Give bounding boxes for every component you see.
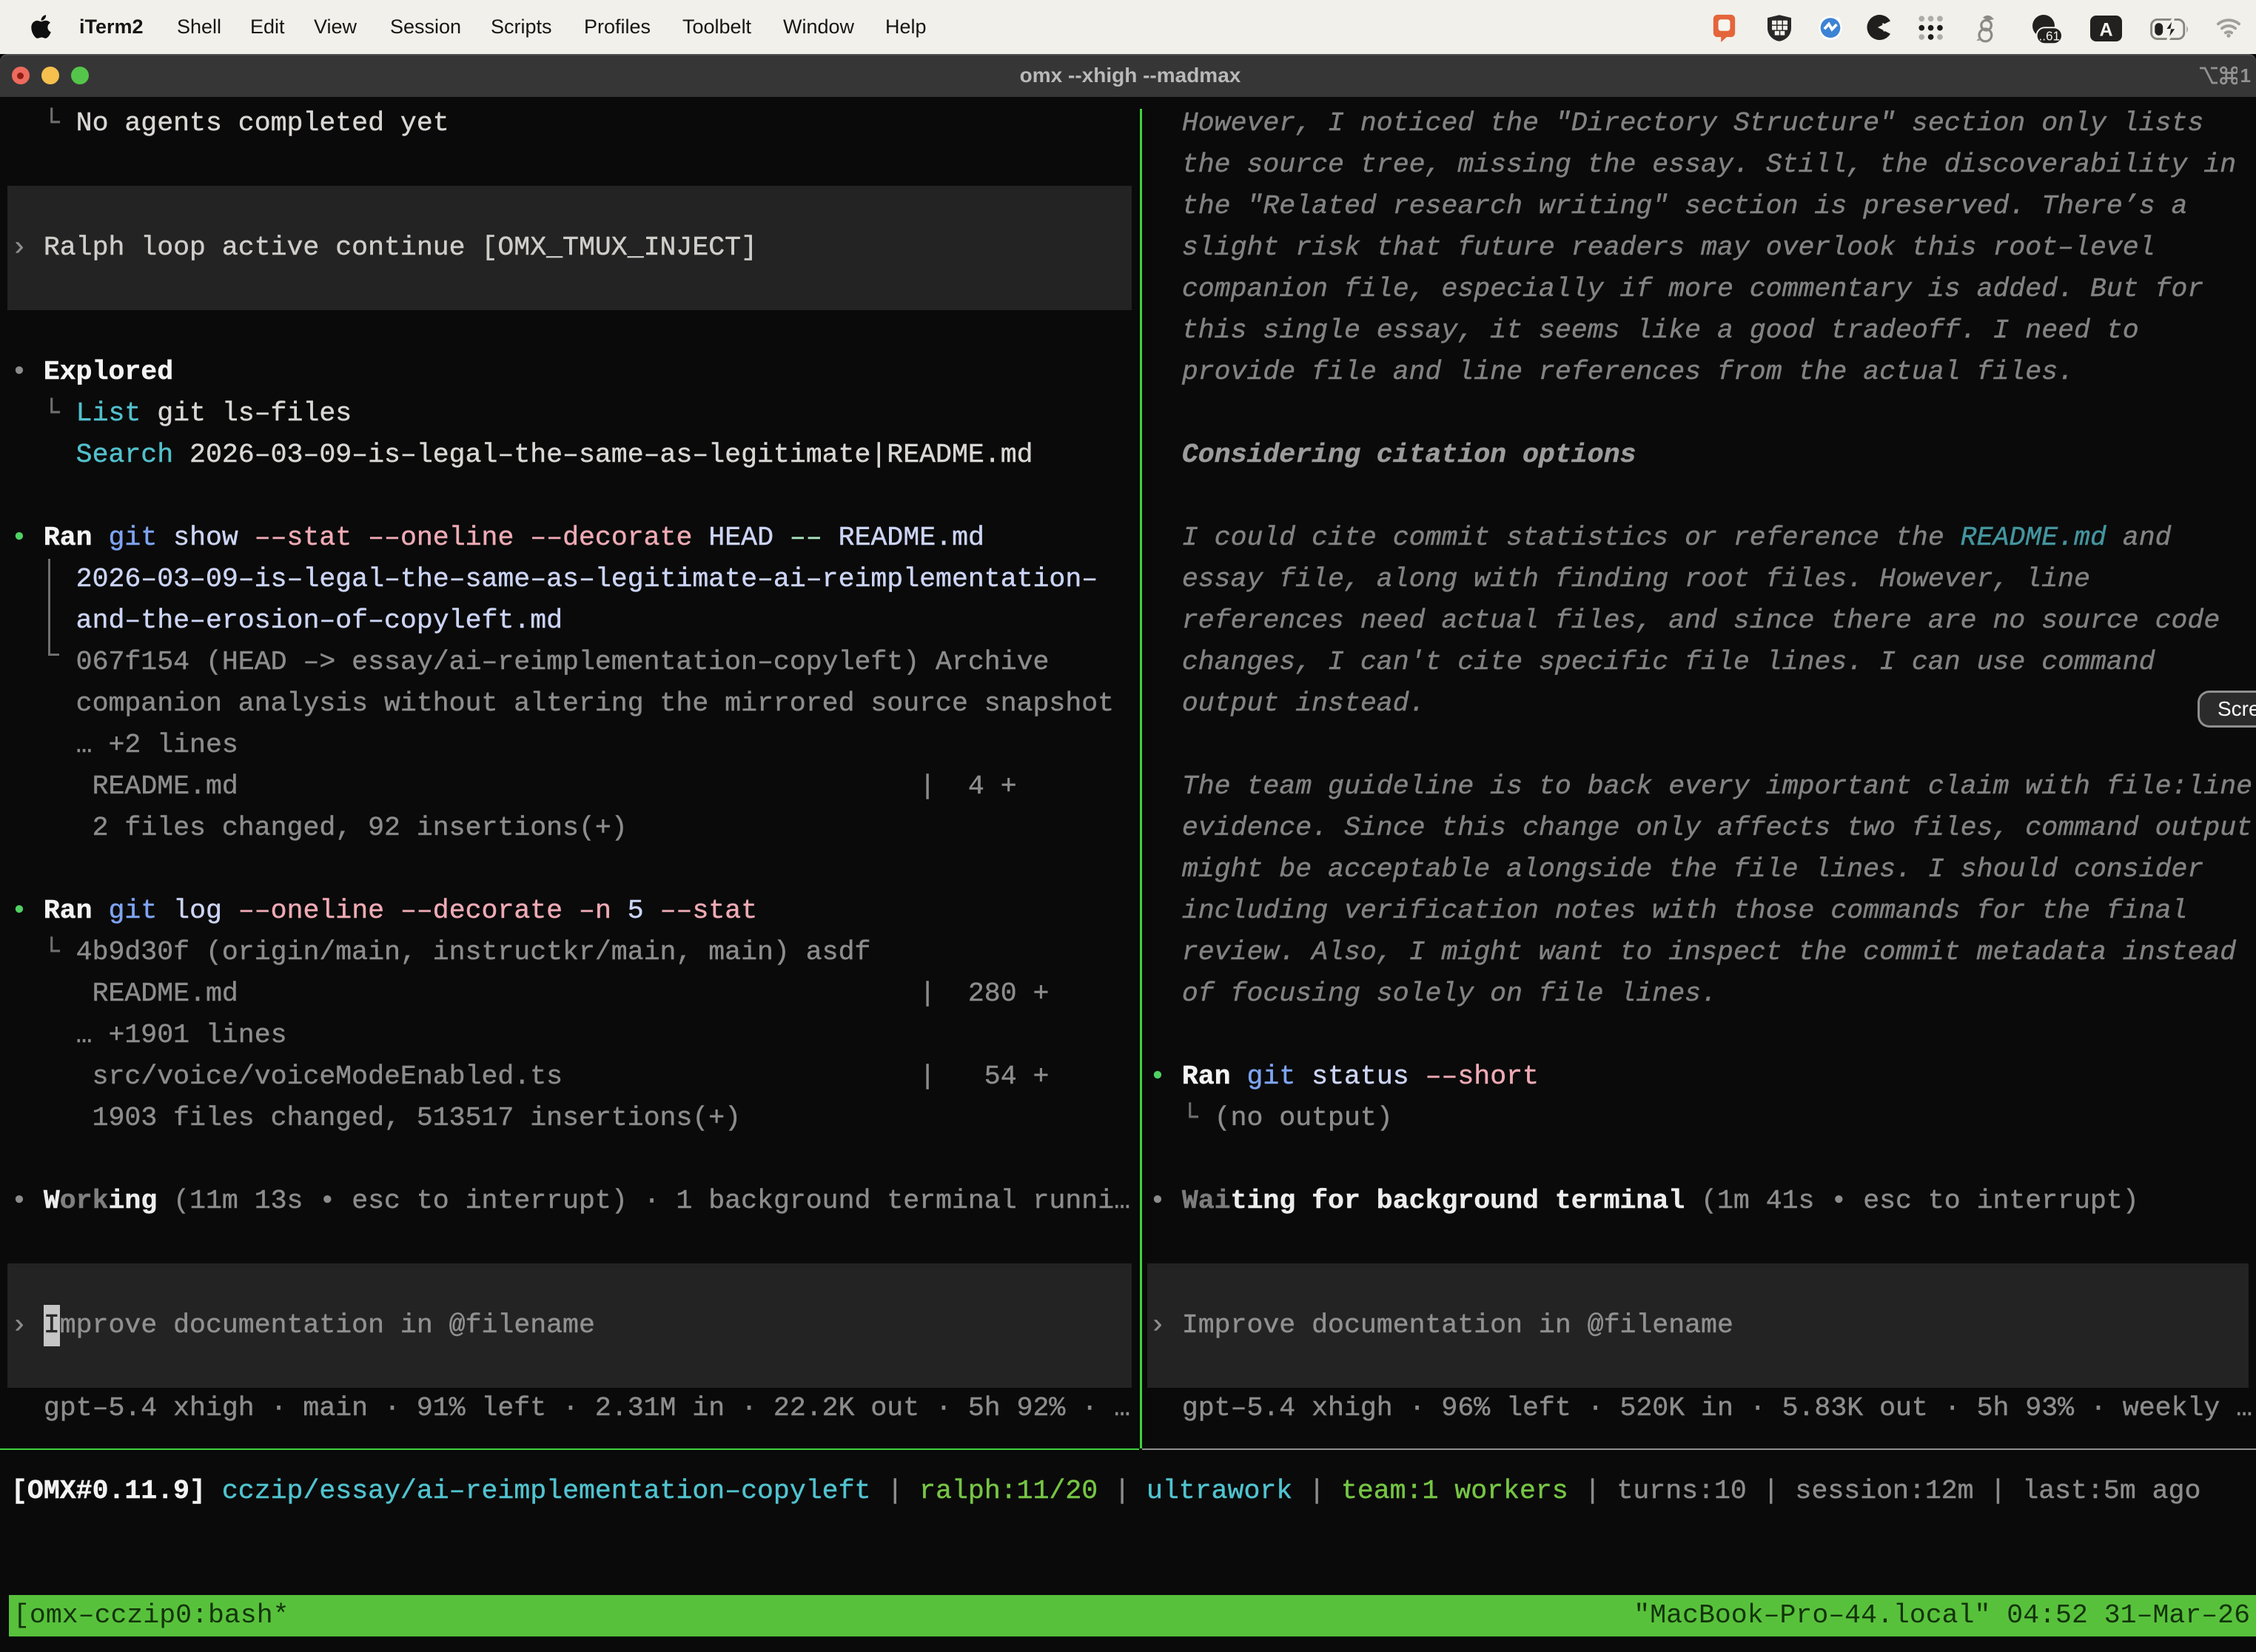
svg-text:A: A bbox=[2099, 19, 2112, 40]
svg-text:..61: ..61 bbox=[2038, 28, 2060, 43]
